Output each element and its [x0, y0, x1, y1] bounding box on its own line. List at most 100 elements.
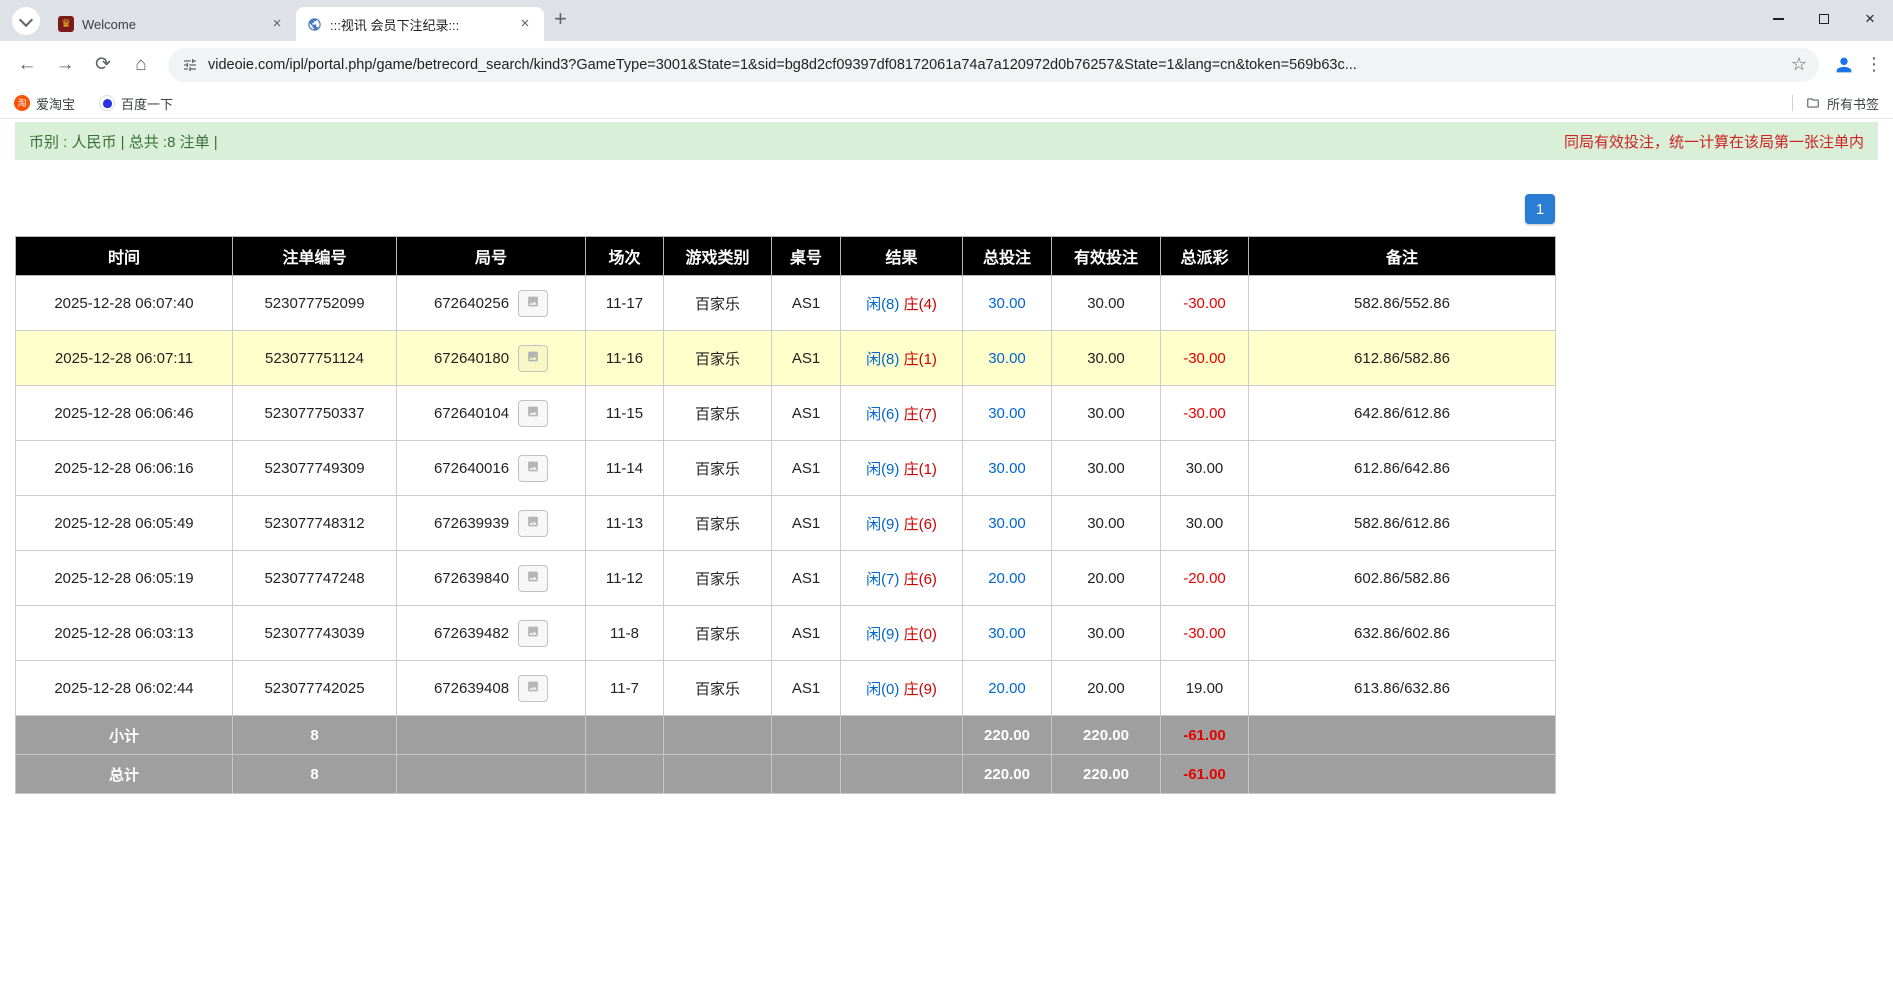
cell-game-type: 百家乐	[664, 331, 772, 386]
taobao-favicon-icon: 淘	[14, 95, 30, 111]
cell-round-no: 672639939	[397, 496, 586, 551]
player-result: 闲(9)	[866, 626, 899, 643]
url-text: videoie.com/ipl/portal.php/game/betrecor…	[208, 57, 1781, 73]
video-replay-button[interactable]	[518, 290, 548, 317]
cell-valid-bet: 30.00	[1052, 606, 1161, 661]
cell-round-no: 672640180	[397, 331, 586, 386]
chevron-down-icon	[19, 12, 33, 26]
cell-table-no: AS1	[772, 331, 841, 386]
footer-valid-bet: 220.00	[1052, 716, 1161, 755]
cell-time: 2025-12-28 06:03:13	[16, 606, 233, 661]
cell-payout: -20.00	[1161, 551, 1249, 606]
cell-game-type: 百家乐	[664, 276, 772, 331]
player-result: 闲(0)	[866, 681, 899, 698]
bet-table-body: 2025-12-28 06:07:40523077752099672640256…	[16, 276, 1556, 794]
back-button[interactable]: ←	[10, 48, 44, 82]
cell-time: 2025-12-28 06:06:46	[16, 386, 233, 441]
tab-close-icon[interactable]: ×	[268, 15, 286, 33]
cell-note: 582.86/552.86	[1249, 276, 1556, 331]
maximize-icon	[1819, 14, 1829, 24]
profile-icon[interactable]	[1833, 54, 1855, 76]
table-header-row: 时间 注单编号 局号 场次 游戏类别 桌号 结果 总投注 有效投注 总派彩 备注	[16, 237, 1556, 276]
cell-session: 11-8	[586, 606, 664, 661]
page-content: 币别 : 人民币 | 总共 :8 注单 | 同局有效投注，统一计算在该局第一张注…	[0, 122, 1893, 794]
round-no-text: 672639939	[434, 515, 509, 532]
cell-total-bet: 30.00	[963, 441, 1052, 496]
player-result: 闲(7)	[866, 571, 899, 588]
cell-valid-bet: 30.00	[1052, 331, 1161, 386]
cell-session: 11-16	[586, 331, 664, 386]
new-tab-button[interactable]: +	[554, 6, 567, 32]
cell-bet-no: 523077751124	[233, 331, 397, 386]
round-no-text: 672640180	[434, 350, 509, 367]
cell-total-bet: 30.00	[963, 496, 1052, 551]
folder-icon	[1805, 96, 1821, 110]
round-no-text: 672639482	[434, 625, 509, 642]
address-bar[interactable]: videoie.com/ipl/portal.php/game/betrecor…	[168, 48, 1819, 82]
bookmark-aitaobao[interactable]: 淘 爱淘宝	[14, 94, 75, 113]
header-valid-bet: 有效投注	[1052, 237, 1161, 276]
video-replay-button[interactable]	[518, 675, 548, 702]
table-row: 2025-12-28 06:05:19523077747248 672639840…	[16, 551, 1556, 606]
cell-total-bet: 30.00	[963, 386, 1052, 441]
image-icon	[526, 515, 540, 532]
tab-bet-records[interactable]: :::视讯 会员下注纪录::: ×	[296, 7, 544, 41]
site-settings-icon[interactable]	[180, 57, 200, 73]
cell-total-bet: 30.00	[963, 331, 1052, 386]
close-window-button[interactable]: ×	[1847, 0, 1893, 38]
cell-session: 11-13	[586, 496, 664, 551]
cell-bet-no: 523077747248	[233, 551, 397, 606]
maximize-button[interactable]	[1801, 0, 1847, 38]
cell-result: 闲(8) 庄(4)	[841, 276, 963, 331]
home-button[interactable]: ⌂	[124, 48, 158, 82]
tab-welcome[interactable]: ♛ Welcome ×	[48, 7, 296, 41]
round-no-text: 672640256	[434, 295, 509, 312]
page-1-button[interactable]: 1	[1525, 194, 1555, 224]
header-result: 结果	[841, 237, 963, 276]
menu-icon[interactable]: ⋮	[1865, 54, 1883, 75]
cell-round-no: 672640256	[397, 276, 586, 331]
player-result: 闲(8)	[866, 296, 899, 313]
cell-valid-bet: 30.00	[1052, 496, 1161, 551]
video-replay-button[interactable]	[518, 345, 548, 372]
bookmark-star-icon[interactable]: ☆	[1791, 54, 1807, 75]
cell-round-no: 672640016	[397, 441, 586, 496]
video-replay-button[interactable]	[518, 510, 548, 537]
all-bookmarks-button[interactable]: 所有书签	[1792, 94, 1879, 113]
cell-time: 2025-12-28 06:06:16	[16, 441, 233, 496]
cell-table-no: AS1	[772, 276, 841, 331]
header-payout: 总派彩	[1161, 237, 1249, 276]
footer-label: 小计	[16, 716, 233, 755]
video-replay-button[interactable]	[518, 400, 548, 427]
cell-table-no: AS1	[772, 606, 841, 661]
header-table-no: 桌号	[772, 237, 841, 276]
tab-close-icon[interactable]: ×	[516, 15, 534, 33]
round-no-text: 672640016	[434, 460, 509, 477]
minimize-button[interactable]	[1755, 0, 1801, 38]
cell-game-type: 百家乐	[664, 496, 772, 551]
bookmark-baidu[interactable]: 百度一下	[99, 94, 173, 113]
cell-round-no: 672639482	[397, 606, 586, 661]
image-icon	[526, 350, 540, 367]
header-round-no: 局号	[397, 237, 586, 276]
cell-game-type: 百家乐	[664, 551, 772, 606]
cell-payout: 19.00	[1161, 661, 1249, 716]
video-replay-button[interactable]	[518, 455, 548, 482]
cell-note: 612.86/582.86	[1249, 331, 1556, 386]
tab-search-button[interactable]	[12, 7, 40, 35]
header-session: 场次	[586, 237, 664, 276]
refresh-button[interactable]: ⟳	[86, 48, 120, 82]
cell-payout: -30.00	[1161, 606, 1249, 661]
video-replay-button[interactable]	[518, 565, 548, 592]
browser-nav-bar: ← → ⟳ ⌂ videoie.com/ipl/portal.php/game/…	[0, 41, 1893, 88]
table-footer-row: 总计8220.00220.00-61.00	[16, 755, 1556, 794]
forward-button[interactable]: →	[48, 48, 82, 82]
cell-valid-bet: 20.00	[1052, 551, 1161, 606]
video-replay-button[interactable]	[518, 620, 548, 647]
image-icon	[526, 405, 540, 422]
footer-label: 总计	[16, 755, 233, 794]
cell-bet-no: 523077742025	[233, 661, 397, 716]
round-no-text: 672639840	[434, 570, 509, 587]
bookmarks-divider	[1792, 95, 1793, 111]
cell-time: 2025-12-28 06:05:19	[16, 551, 233, 606]
